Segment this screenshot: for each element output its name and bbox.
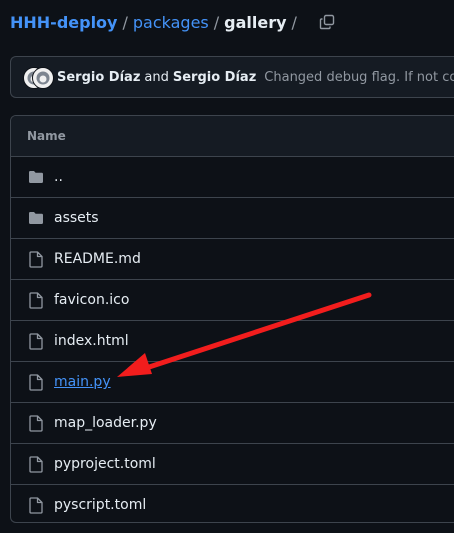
row-file-name[interactable]: pyscript.toml [54,497,146,513]
row-file-name[interactable]: index.html [54,333,129,349]
table-row-parent-directory[interactable]: .. [11,157,454,198]
avatar[interactable] [32,67,54,89]
file-icon [27,373,45,391]
github-octocat-icon [36,71,50,85]
breadcrumb-current-folder: gallery [224,12,287,32]
commit-message-link[interactable]: Changed debug flag. If not co [264,70,454,85]
row-file-name[interactable]: pyproject.toml [54,456,156,472]
file-table: Name .. assets README.md favicon.ico ind… [10,115,454,523]
table-row-file[interactable]: pyscript.toml [11,485,454,522]
row-file-name[interactable]: assets [54,210,99,226]
row-file-name[interactable]: .. [54,169,63,185]
row-file-name[interactable]: map_loader.py [54,415,157,431]
latest-commit-bar: Sergio Díaz and Sergio Díaz Changed debu… [10,56,454,98]
breadcrumb: HHH-deploy / packages / gallery / [10,10,338,34]
breadcrumb-separator: / [291,12,297,32]
breadcrumb-separator: / [122,12,128,32]
file-icon [27,455,45,473]
table-row-file[interactable]: favicon.ico [11,280,454,321]
commit-coauthor-link[interactable]: Sergio Díaz [173,70,256,85]
table-row-file[interactable]: map_loader.py [11,403,454,444]
file-icon [27,496,45,514]
breadcrumb-separator: / [213,12,220,32]
table-header-name: Name [11,116,454,157]
file-icon [27,250,45,268]
commit-author-conjunction: and [144,69,169,85]
commit-author-link[interactable]: Sergio Díaz [57,70,140,85]
table-row-directory[interactable]: assets [11,198,454,239]
file-icon [27,332,45,350]
file-icon [27,414,45,432]
breadcrumb-repo-link[interactable]: HHH-deploy [10,13,117,32]
row-file-name[interactable]: favicon.ico [54,292,129,308]
file-icon [27,291,45,309]
table-row-file[interactable]: pyproject.toml [11,444,454,485]
row-file-link[interactable]: main.py [54,374,111,390]
table-row-file[interactable]: README.md [11,239,454,280]
commit-avatars [23,66,57,89]
breadcrumb-packages-link[interactable]: packages [133,13,209,32]
table-row-file-highlighted[interactable]: main.py [11,362,454,403]
copy-path-button[interactable] [316,11,338,33]
folder-icon [27,209,45,227]
table-row-file[interactable]: index.html [11,321,454,362]
file-browser-page: HHH-deploy / packages / gallery / Sergio… [0,0,454,533]
row-file-name[interactable]: README.md [54,251,141,267]
folder-icon [27,168,45,186]
copy-icon [319,14,335,30]
